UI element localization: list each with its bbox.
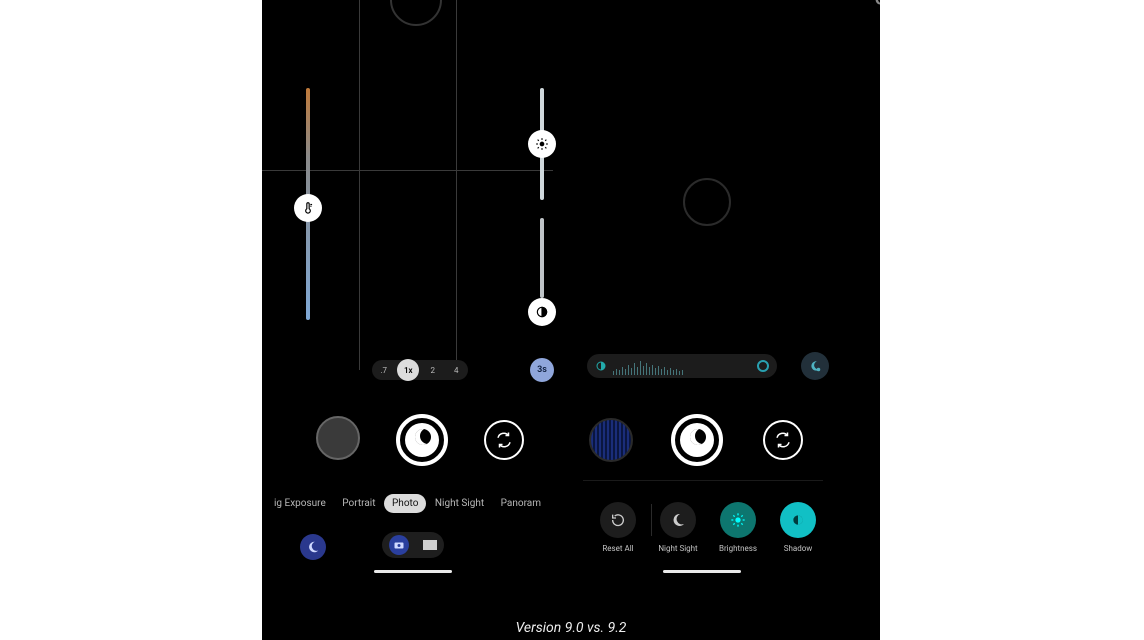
shadow-slider[interactable] <box>540 218 544 298</box>
mode-long-exposure[interactable]: ig Exposure <box>266 494 334 513</box>
tool-label: Brightness <box>719 544 757 553</box>
caption-text: Version 9.0 vs. 9.2 <box>262 620 880 636</box>
zoom-strip[interactable]: .7 1x 2 4 <box>372 360 468 380</box>
brightness-handle[interactable] <box>528 130 556 158</box>
modes-row[interactable]: ig Exposure Portrait Photo Night Sight P… <box>262 492 553 514</box>
shutter-inner <box>680 423 714 457</box>
focus-ring <box>683 178 731 226</box>
thermometer-icon <box>301 201 315 215</box>
shutter-button[interactable] <box>671 414 723 466</box>
shutter-button[interactable] <box>396 414 448 466</box>
slider-thumb[interactable] <box>757 360 769 372</box>
zoom-level[interactable]: .7 <box>374 360 394 380</box>
half-circle-icon <box>535 305 549 319</box>
adjustment-bar[interactable] <box>587 354 777 378</box>
shutter-row <box>553 414 844 466</box>
shadow-handle[interactable] <box>528 298 556 326</box>
grid-line <box>456 0 457 370</box>
flip-camera-button[interactable] <box>484 420 524 460</box>
photo-video-toggle[interactable] <box>382 532 444 558</box>
tool-reset[interactable]: Reset All <box>593 502 643 553</box>
divider <box>583 480 823 481</box>
moon-stars-icon <box>306 540 320 554</box>
flip-icon <box>495 431 513 449</box>
night-sight-toggle[interactable] <box>300 534 326 560</box>
reset-icon <box>610 512 626 528</box>
screen-v90: .7 1x 2 4 3s ig Exposure <box>262 0 553 572</box>
slider-ticks[interactable] <box>613 357 751 375</box>
screen-v92: Reset All Night Sight Brightness <box>553 0 844 572</box>
photo-toggle[interactable] <box>389 535 409 555</box>
tool-label: Night Sight <box>658 544 697 553</box>
comparison-frame: .7 1x 2 4 3s ig Exposure <box>262 0 880 640</box>
moon-icon <box>690 429 706 445</box>
camera-icon <box>393 539 405 551</box>
half-circle-icon <box>595 360 607 372</box>
gallery-thumbnail[interactable] <box>316 416 360 460</box>
gallery-thumbnail[interactable] <box>589 418 633 462</box>
flip-icon <box>774 431 792 449</box>
timer-chip[interactable]: 3s <box>530 358 554 382</box>
zoom-level[interactable]: 4 <box>446 360 466 380</box>
flip-camera-button[interactable] <box>763 420 803 460</box>
sun-icon <box>730 512 746 528</box>
home-indicator[interactable] <box>374 570 452 573</box>
half-circle-icon <box>790 512 806 528</box>
tool-brightness[interactable]: Brightness <box>713 502 763 553</box>
mode-night-sight[interactable]: Night Sight <box>427 494 492 513</box>
white-balance-handle[interactable] <box>294 194 322 222</box>
zoom-level-active[interactable]: 1x <box>397 359 419 381</box>
tool-night-sight[interactable]: Night Sight <box>653 502 703 553</box>
grid-line <box>359 0 360 370</box>
moon-refresh-icon <box>808 359 822 373</box>
tools-row: Reset All Night Sight Brightness <box>593 502 823 553</box>
focus-ring <box>390 0 442 40</box>
video-toggle[interactable] <box>423 540 437 550</box>
home-indicator[interactable] <box>663 570 741 573</box>
shutter-inner <box>405 423 439 457</box>
tool-shadow[interactable]: Shadow <box>773 502 823 553</box>
moon-icon <box>670 512 686 528</box>
mode-photo[interactable]: Photo <box>384 494 426 513</box>
zoom-level[interactable]: 2 <box>423 360 443 380</box>
mode-portrait[interactable]: Portrait <box>334 494 383 513</box>
shutter-row <box>262 414 553 466</box>
tool-label: Shadow <box>784 544 813 553</box>
mode-panorama[interactable]: Panoram <box>493 494 549 513</box>
sun-icon <box>535 137 549 151</box>
moon-status-icon <box>873 0 880 9</box>
tool-label: Reset All <box>602 544 633 553</box>
moon-icon <box>415 429 431 445</box>
night-sight-chip[interactable] <box>801 352 829 380</box>
